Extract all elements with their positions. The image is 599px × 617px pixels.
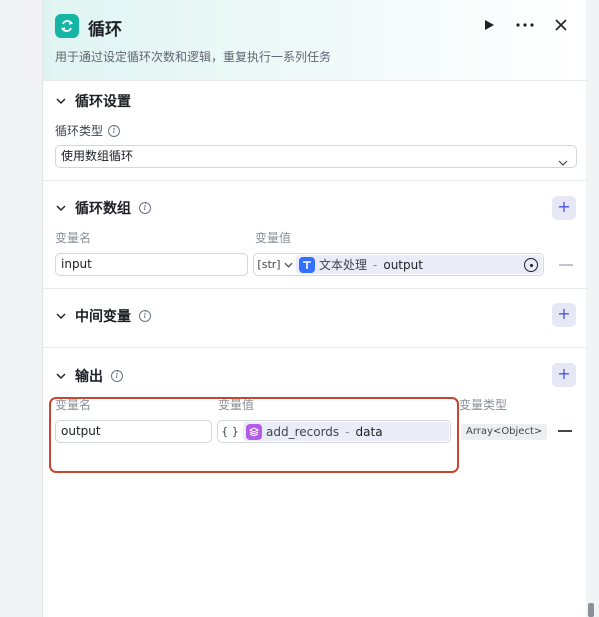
type-label: { } — [221, 425, 239, 438]
loop-type-label-text: 循环类型 — [55, 124, 104, 138]
divider — [43, 180, 586, 181]
loop-type-label: 循环类型 i — [55, 122, 121, 139]
output-header[interactable]: 输出 i — [55, 366, 123, 386]
divider — [43, 80, 586, 81]
close-icon[interactable] — [550, 14, 572, 36]
node-description: 用于通过设定循环次数和逻辑，重复执行一系列任务 — [55, 50, 332, 64]
header-background — [43, 0, 586, 80]
loop-array-name-input[interactable]: input — [55, 253, 248, 276]
add-intermediate-variable-button[interactable]: + — [552, 303, 576, 327]
loop-array-value-field[interactable]: [str] 文本处理 - output — [253, 253, 544, 276]
info-icon[interactable]: i — [111, 370, 123, 382]
output-value-field[interactable]: { } add_records - data — [217, 420, 451, 443]
section-title: 中间变量 — [75, 309, 131, 325]
header-actions — [478, 14, 572, 36]
type-label: [str] — [257, 258, 281, 271]
add-output-button[interactable]: + — [552, 363, 576, 387]
reference-node-name: 文本处理 — [319, 258, 368, 272]
variable-value-header: 变量值 — [255, 231, 292, 245]
add-loop-array-button[interactable]: + — [552, 196, 576, 220]
input-value: output — [61, 424, 101, 438]
loop-node-panel: 循环 用于通过设定循环次数和逻辑，重复执行一系列任务 循环设置 循环类型 i 使… — [42, 0, 586, 617]
chevron-down-icon — [558, 152, 568, 173]
loop-settings-header[interactable]: 循环设置 — [55, 91, 131, 111]
variable-reference[interactable]: add_records - data — [243, 422, 449, 441]
divider — [43, 288, 586, 289]
reference-variable-name: data — [355, 424, 383, 439]
scrollbar-thumb[interactable] — [588, 603, 594, 617]
variable-name-header: 变量名 — [55, 398, 92, 412]
divider — [43, 347, 586, 348]
loop-array-header[interactable]: 循环数组 i — [55, 198, 151, 218]
chevron-down-icon[interactable] — [55, 370, 67, 382]
output-name-input[interactable]: output — [55, 420, 212, 443]
scrollbar-track[interactable] — [586, 0, 599, 617]
page-title[interactable]: 循环 — [88, 15, 122, 40]
variable-value-header: 变量值 — [218, 398, 255, 412]
info-icon[interactable]: i — [139, 202, 151, 214]
chevron-down-icon — [284, 262, 293, 268]
text-processing-icon — [299, 256, 315, 273]
remove-row-button[interactable] — [558, 430, 572, 432]
chevron-down-icon[interactable] — [55, 202, 67, 214]
type-select[interactable]: { } — [220, 421, 240, 442]
info-icon[interactable]: i — [108, 124, 121, 137]
chevron-down-icon[interactable] — [55, 310, 67, 322]
section-title: 循环设置 — [75, 94, 131, 110]
input-value: input — [61, 257, 92, 271]
reference-node-name: add_records — [266, 424, 340, 439]
target-icon[interactable] — [524, 258, 538, 272]
reference-separator: - — [373, 257, 378, 272]
chevron-down-icon[interactable] — [55, 95, 67, 107]
reference-separator: - — [345, 424, 350, 439]
loop-icon — [55, 14, 79, 38]
variable-type-badge: Array<Object> — [461, 424, 548, 440]
type-select[interactable]: [str] — [256, 254, 294, 275]
loop-type-select[interactable]: 使用数组循环 — [55, 145, 577, 168]
remove-row-button[interactable] — [559, 264, 573, 266]
section-title: 循环数组 — [75, 201, 131, 217]
variable-name-header: 变量名 — [55, 231, 92, 245]
reference-variable-name: output — [383, 257, 423, 272]
loop-type-value: 使用数组循环 — [61, 149, 134, 163]
records-icon — [246, 423, 262, 440]
info-icon[interactable]: i — [139, 310, 151, 322]
section-title: 输出 — [75, 369, 103, 385]
variable-reference[interactable]: 文本处理 - output — [296, 255, 542, 274]
run-icon[interactable] — [478, 14, 500, 36]
intermediate-variables-header[interactable]: 中间变量 i — [55, 306, 151, 326]
more-icon[interactable] — [514, 14, 536, 36]
variable-type-header: 变量类型 — [459, 398, 508, 412]
